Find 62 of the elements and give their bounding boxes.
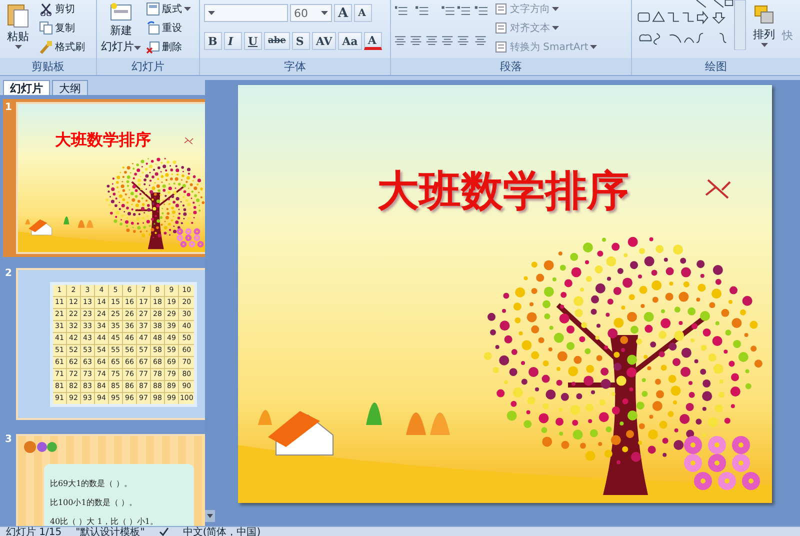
slide-thumbnail[interactable] (3, 265, 205, 423)
format-button[interactable]: I (224, 32, 242, 50)
caret-icon (590, 44, 598, 48)
pane-tab[interactable]: 大纲 (52, 80, 88, 95)
arrange-icon (752, 4, 776, 26)
caret-icon (184, 6, 191, 10)
delete-icon (146, 40, 160, 54)
slide-count: 幻灯片 1/15 (6, 526, 62, 536)
format-button[interactable]: Aa (338, 32, 362, 50)
slide-action[interactable]: 版式 (145, 0, 192, 17)
language-label: 中文(简体，中国) (182, 526, 261, 536)
slide-thumbnail[interactable]: 1 大班数学排序 (3, 99, 205, 257)
caret-icon (552, 26, 559, 30)
slide-action[interactable]: 删除 (145, 38, 192, 55)
paste-button[interactable]: 粘贴 (4, 0, 32, 58)
scissors-icon (39, 2, 53, 16)
group-label: 段落 (391, 58, 631, 75)
shrink-font-button[interactable]: A (354, 4, 372, 22)
caret-icon (321, 11, 328, 15)
caret-icon (134, 46, 141, 50)
checkmark-icon (158, 527, 169, 536)
caret-icon (760, 43, 768, 47)
question-text: 比69大1的数是（ ）。 (50, 478, 133, 489)
format-button[interactable]: U (244, 32, 262, 50)
new-slide-button[interactable]: 新建 幻灯片 (99, 0, 143, 58)
font-size-field[interactable]: 60 (290, 4, 332, 22)
question-text: 40比（ ）大 1，比（ ）小1。 (50, 516, 159, 526)
slide-number: 1 (5, 102, 12, 115)
format-button[interactable]: S (292, 32, 310, 50)
arrange-button[interactable]: 排列 (750, 2, 778, 58)
clipboard-action[interactable]: 格式刷 (38, 38, 86, 55)
group-label: 剪贴板 (0, 58, 96, 75)
question-text: 比100小1的数是（ ）。 (50, 497, 138, 508)
brush-icon (39, 40, 53, 54)
font-name-field[interactable] (204, 4, 288, 22)
group-label: 绘图 (632, 58, 800, 75)
caret-icon (552, 6, 559, 10)
group-label: 字体 (200, 58, 390, 75)
caret-icon (14, 45, 22, 49)
slide-title: 大班数学排序 (376, 165, 630, 217)
new-slide-icon (109, 2, 133, 22)
group-label: 幻灯片 (97, 58, 199, 75)
clipboard-action[interactable]: 复制 (38, 19, 86, 36)
format-button[interactable]: AV (312, 32, 336, 50)
clipboard-action[interactable]: 剪切 (38, 0, 86, 17)
grow-font-button[interactable]: A (334, 4, 352, 22)
format-button[interactable]: A (364, 32, 382, 50)
clipboard-icon (6, 2, 30, 28)
pane-tab[interactable]: 幻灯片 (3, 80, 50, 95)
format-button[interactable]: B (204, 32, 222, 50)
reset-icon (146, 20, 160, 34)
thumbnail-title: 大班数学排序 (54, 130, 152, 151)
quick-styles-label: 快 (782, 28, 793, 44)
slide-action[interactable]: 重设 (145, 19, 192, 36)
copy-icon (39, 20, 53, 34)
slide-number: 3 (5, 434, 12, 447)
scroll-down-icon[interactable] (205, 510, 215, 522)
theme-name: "默认设计模板" (76, 526, 145, 536)
format-button[interactable]: abe (264, 32, 290, 50)
slide-number: 2 (5, 268, 12, 281)
caret-icon (208, 11, 215, 15)
shapes-gallery[interactable] (636, 0, 746, 50)
